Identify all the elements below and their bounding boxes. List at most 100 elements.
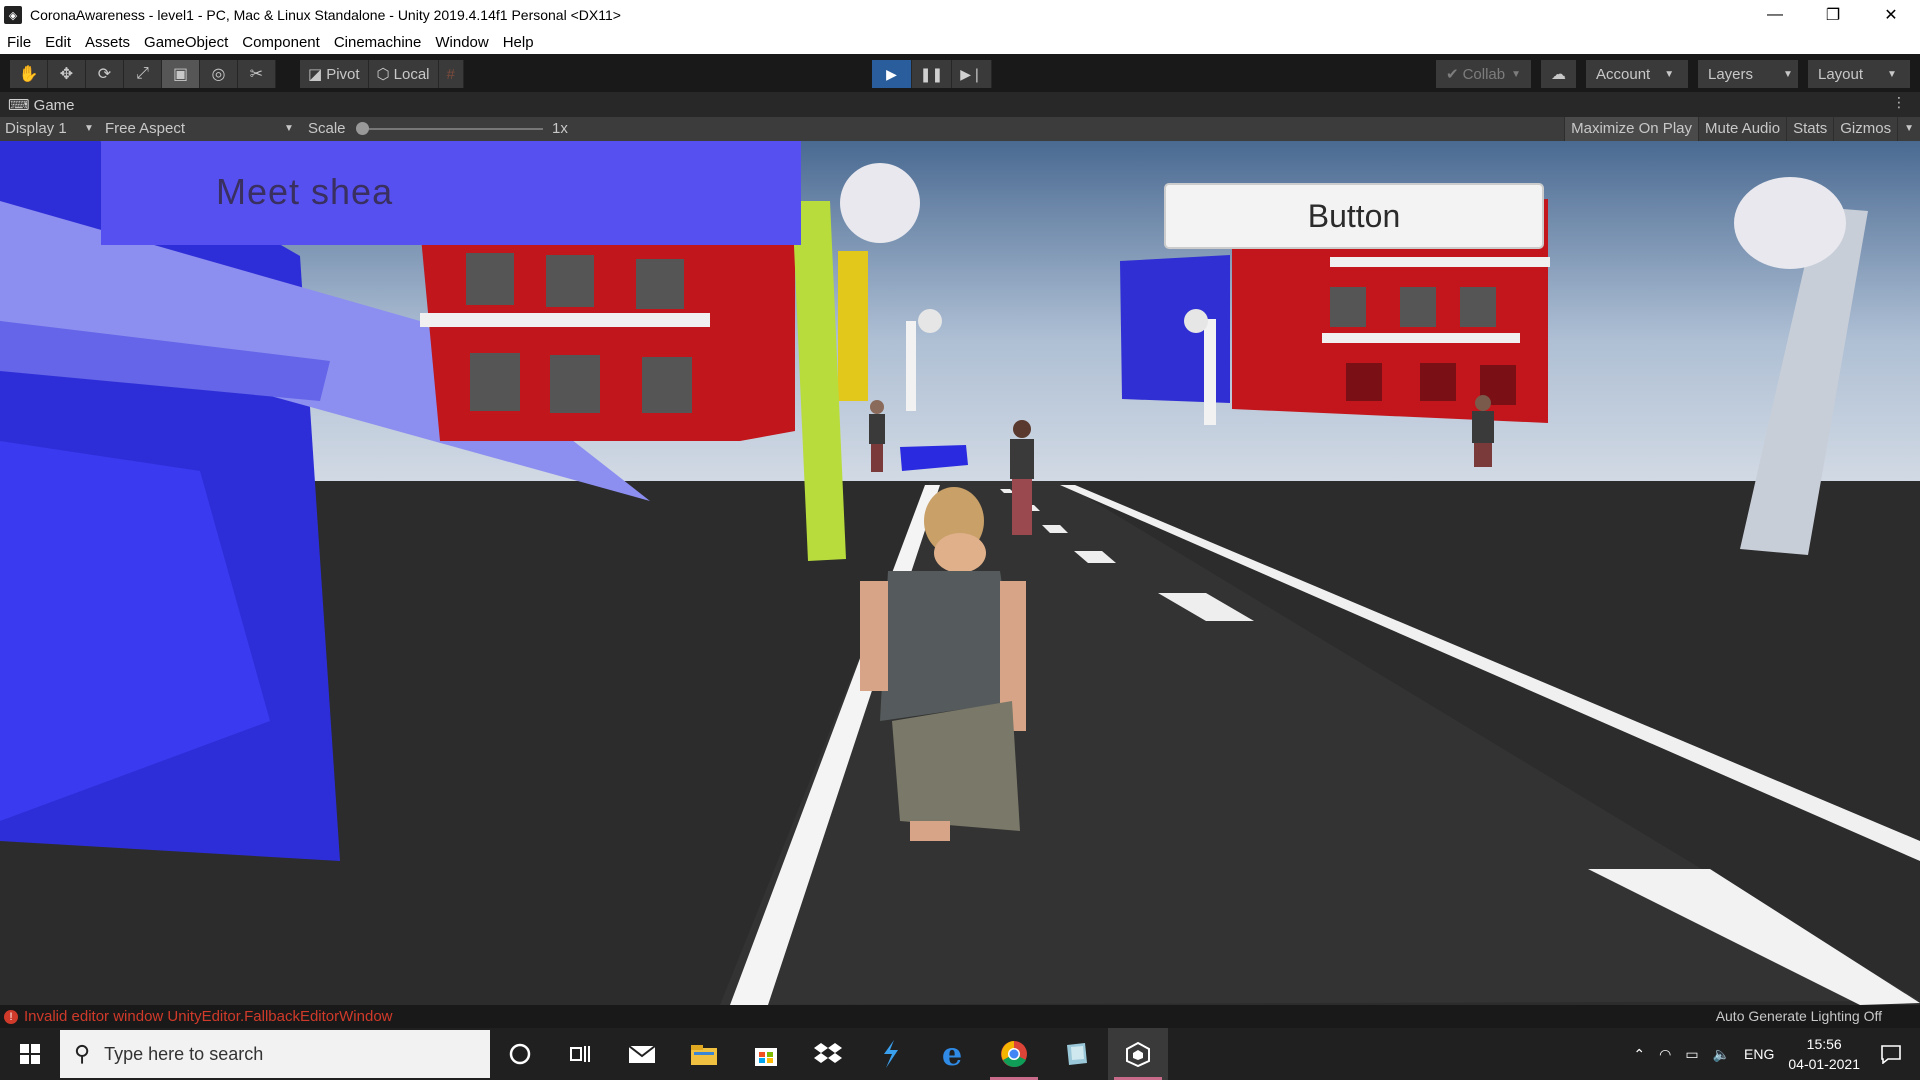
task-view-icon[interactable] — [550, 1028, 610, 1080]
chevron-up-icon[interactable]: ⌃ — [1633, 1046, 1645, 1063]
lamp-head — [1184, 309, 1208, 333]
menu-assets[interactable]: Assets — [85, 34, 130, 51]
display-dropdown[interactable]: Display 1 — [5, 120, 67, 137]
local-label: Local — [393, 65, 430, 83]
layers-dropdown[interactable]: Layers ▼ — [1698, 60, 1798, 88]
window-title: CoronaAwareness - level1 - PC, Mac & Lin… — [30, 7, 621, 23]
hand-tool-icon[interactable]: ✋ — [10, 60, 48, 88]
chevron-down-icon: ▼ — [1511, 68, 1521, 80]
dropbox-icon[interactable] — [798, 1028, 858, 1080]
step-icon: ▶❘ — [960, 65, 983, 82]
notification-icon[interactable] — [1862, 1028, 1920, 1080]
building-ledge — [1330, 257, 1550, 267]
dialog-text: Meet shea — [216, 171, 394, 212]
local-button[interactable]: ⬡ Local — [368, 60, 439, 88]
file-explorer-icon[interactable] — [674, 1028, 734, 1080]
tab-row: ⌨ Game ⋮ — [0, 92, 1920, 117]
console-error[interactable]: ! Invalid editor window UnityEditor.Fall… — [4, 1008, 393, 1025]
app-icon[interactable] — [1046, 1028, 1106, 1080]
scale-slider-handle[interactable] — [356, 122, 369, 135]
language-indicator[interactable]: ENG — [1744, 1046, 1774, 1062]
window-pane — [636, 259, 684, 309]
grid-icon: # — [446, 65, 455, 83]
menu-window[interactable]: Window — [435, 34, 488, 51]
aspect-dropdown[interactable]: Free Aspect — [105, 120, 185, 137]
layout-dropdown[interactable]: Layout ▼ — [1808, 60, 1910, 88]
cloud-icon: ☁ — [1551, 66, 1566, 83]
move-tool-icon[interactable]: ✥ — [48, 60, 86, 88]
menu-file[interactable]: File — [7, 34, 31, 51]
lamp-head — [918, 309, 942, 333]
maximize-button[interactable]: ❐ — [1804, 0, 1862, 30]
start-button[interactable] — [0, 1028, 60, 1080]
window-controls: — ❐ ✕ — [1746, 0, 1920, 30]
gizmos-toggle[interactable]: Gizmos — [1833, 117, 1897, 141]
layers-label: Layers — [1708, 65, 1754, 83]
window-pane — [1400, 287, 1436, 327]
npc-left — [869, 400, 885, 472]
tab-game-label: Game — [33, 96, 75, 114]
game-viewport[interactable]: Meet shea Button — [0, 141, 1920, 1005]
layout-label: Layout — [1818, 65, 1864, 83]
menu-help[interactable]: Help — [503, 34, 534, 51]
store-icon[interactable] — [736, 1028, 796, 1080]
play-button[interactable]: ▶ — [872, 60, 912, 88]
dialog-panel: Meet shea — [101, 141, 801, 245]
more-options-icon[interactable]: ⋮ — [1892, 94, 1906, 111]
menu-cinemachine[interactable]: Cinemachine — [334, 34, 422, 51]
scale-slider-track[interactable] — [363, 128, 543, 130]
chevron-down-icon: ▼ — [284, 123, 294, 134]
battery-icon[interactable]: ▭ — [1685, 1046, 1698, 1063]
scale-tool-icon[interactable]: ⤢ — [124, 60, 162, 88]
collab-button[interactable]: ✔ Collab ▼ — [1435, 60, 1531, 88]
clock[interactable]: 15:56 04-01-2021 — [1788, 1034, 1860, 1074]
chevron-down-icon[interactable]: ▼ — [1897, 117, 1920, 141]
step-button[interactable]: ▶❘ — [952, 60, 992, 88]
maximize-on-play-toggle[interactable]: Maximize On Play — [1564, 117, 1698, 141]
play-icon: ▶ — [886, 65, 897, 82]
building-ledge — [1322, 333, 1520, 343]
pause-icon: ❚❚ — [919, 65, 944, 82]
pivot-label: Pivot — [326, 65, 360, 83]
window-pane — [546, 255, 594, 307]
chrome-icon[interactable] — [984, 1028, 1044, 1080]
rect-tool-icon[interactable]: ▣ — [162, 60, 200, 88]
game-scene — [0, 141, 1920, 1005]
minimize-button[interactable]: — — [1746, 0, 1804, 30]
network-icon[interactable]: ◠ — [1659, 1046, 1671, 1063]
unity-taskbar-icon[interactable] — [1108, 1028, 1168, 1080]
volume-icon[interactable]: 🔈 — [1713, 1046, 1730, 1063]
grid-snap-button[interactable]: # — [438, 60, 464, 88]
lamp-post — [1204, 319, 1216, 425]
menu-gameobject[interactable]: GameObject — [144, 34, 228, 51]
transform-tools: ✋ ✥ ⟳ ⤢ ▣ ◎ ✂ — [10, 60, 276, 88]
mute-audio-toggle[interactable]: Mute Audio — [1698, 117, 1786, 141]
custom-tool-icon[interactable]: ✂ — [238, 60, 276, 88]
rotate-tool-icon[interactable]: ⟳ — [86, 60, 124, 88]
playback-controls: ▶ ❚❚ ▶❘ — [872, 60, 992, 88]
tree-canopy — [1734, 177, 1846, 269]
clock-time: 15:56 — [1806, 1036, 1842, 1052]
game-ui-button[interactable]: Button — [1164, 183, 1544, 249]
taskbar-search[interactable]: ⚲ Type here to search — [60, 1030, 490, 1078]
stats-toggle[interactable]: Stats — [1786, 117, 1833, 141]
pivot-tools: ◪ Pivot ⬡ Local # — [300, 60, 464, 88]
tab-game[interactable]: ⌨ Game — [8, 96, 75, 115]
visual-studio-icon[interactable] — [860, 1028, 920, 1080]
transform-tool-icon[interactable]: ◎ — [200, 60, 238, 88]
cloud-button[interactable]: ☁ — [1541, 60, 1576, 88]
main-toolbar: ✋ ✥ ⟳ ⤢ ▣ ◎ ✂ ◪ Pivot ⬡ Local # ▶ ❚❚ ▶❘ ✔ C… — [0, 54, 1920, 92]
menu-edit[interactable]: Edit — [45, 34, 71, 51]
cortana-icon[interactable] — [490, 1028, 550, 1080]
close-button[interactable]: ✕ — [1862, 0, 1920, 30]
menu-component[interactable]: Component — [242, 34, 320, 51]
edge-icon[interactable]: e — [922, 1028, 982, 1080]
search-icon: ⚲ — [74, 1041, 91, 1066]
account-label: Account — [1596, 65, 1651, 83]
pause-button[interactable]: ❚❚ — [912, 60, 952, 88]
mail-icon[interactable] — [612, 1028, 672, 1080]
account-dropdown[interactable]: Account ▼ — [1586, 60, 1688, 88]
pivot-button[interactable]: ◪ Pivot — [300, 60, 369, 88]
chevron-down-icon: ▼ — [84, 123, 94, 134]
menu-bar: File Edit Assets GameObject Component Ci… — [0, 30, 1920, 54]
